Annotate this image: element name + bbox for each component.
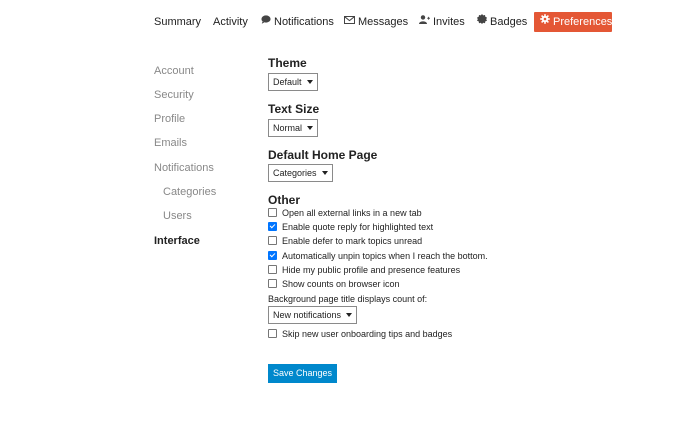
sidebar-item-account[interactable]: Account <box>154 64 194 78</box>
option-browser-counts[interactable]: Show counts on browser icon <box>268 278 400 290</box>
home-page-heading: Default Home Page <box>268 148 378 162</box>
sidebar-item-security[interactable]: Security <box>154 88 194 102</box>
text-size-heading: Text Size <box>268 102 320 116</box>
option-defer-unread[interactable]: Enable defer to mark topics unread <box>268 235 422 247</box>
comment-icon <box>261 11 271 31</box>
sidebar-item-notifications[interactable]: Notifications <box>154 161 214 175</box>
nav-badges-label: Badges <box>490 16 528 28</box>
option-label: Open all external links in a new tab <box>282 208 422 218</box>
theme-select-value: Default <box>273 77 302 87</box>
option-label: Hide my public profile and presence feat… <box>282 265 461 275</box>
nav-activity-label: Activity <box>213 16 248 28</box>
sidebar-item-categories[interactable]: Categories <box>163 185 216 199</box>
theme-heading: Theme <box>268 56 307 70</box>
caret-down-icon <box>306 79 313 84</box>
option-label: Enable quote reply for highlighted text <box>282 222 434 232</box>
nav-activity[interactable]: Activity <box>213 12 248 32</box>
nav-preferences[interactable]: Preferences <box>534 12 612 32</box>
text-size-select-value: Normal <box>273 123 303 133</box>
nav-summary[interactable]: Summary <box>154 12 201 32</box>
user-plus-icon <box>419 11 430 31</box>
nav-invites[interactable]: Invites <box>419 12 465 32</box>
caret-down-icon <box>307 125 314 130</box>
nav-invites-label: Invites <box>433 16 465 28</box>
option-label: Enable defer to mark topics unread <box>282 236 423 246</box>
option-hide-profile[interactable]: Hide my public profile and presence feat… <box>268 264 460 276</box>
option-label: Automatically unpin topics when I reach … <box>282 251 488 261</box>
sidebar-item-profile[interactable]: Profile <box>154 112 185 126</box>
gear-icon <box>540 11 550 31</box>
nav-summary-label: Summary <box>154 16 202 28</box>
envelope-icon <box>344 11 355 31</box>
browser-counts-checkbox[interactable] <box>268 279 277 289</box>
option-quote-reply[interactable]: Enable quote reply for highlighted text <box>268 221 433 233</box>
nav-preferences-label: Preferences <box>553 16 613 28</box>
bg-title-select[interactable]: New notifications <box>268 306 358 324</box>
bg-title-label: Background page title displays count of: <box>268 294 428 304</box>
certificate-icon <box>477 11 487 31</box>
option-label: Skip new user onboarding tips and badges <box>282 329 453 339</box>
theme-select[interactable]: Default <box>268 73 318 91</box>
other-heading: Other <box>268 193 301 207</box>
user-nav: Summary Activity Notifications Messages … <box>0 12 689 32</box>
option-label: Show counts on browser icon <box>282 279 400 289</box>
external-links-checkbox[interactable] <box>268 208 277 218</box>
nav-notifications[interactable]: Notifications <box>261 12 334 32</box>
hide-profile-checkbox[interactable] <box>268 265 277 275</box>
nav-notifications-label: Notifications <box>274 16 334 28</box>
sidebar-item-users[interactable]: Users <box>163 209 192 223</box>
text-size-select[interactable]: Normal <box>268 119 319 137</box>
option-auto-unpin[interactable]: Automatically unpin topics when I reach … <box>268 250 488 262</box>
nav-messages[interactable]: Messages <box>344 12 408 32</box>
skip-onboarding-checkbox[interactable] <box>268 329 277 339</box>
caret-down-icon <box>321 170 328 175</box>
defer-unread-checkbox[interactable] <box>268 236 277 246</box>
save-changes-button[interactable]: Save Changes <box>268 364 337 383</box>
option-skip-onboarding[interactable]: Skip new user onboarding tips and badges <box>268 328 452 340</box>
home-page-select[interactable]: Categories <box>268 164 333 182</box>
nav-messages-label: Messages <box>358 16 409 28</box>
sidebar-item-interface[interactable]: Interface <box>154 234 200 248</box>
quote-reply-checkbox[interactable] <box>268 222 277 232</box>
bg-title-select-value: New notifications <box>273 310 342 320</box>
sidebar-item-emails[interactable]: Emails <box>154 136 187 150</box>
home-page-select-value: Categories <box>273 168 317 178</box>
auto-unpin-checkbox[interactable] <box>268 251 277 261</box>
caret-down-icon <box>346 312 353 317</box>
option-external-links[interactable]: Open all external links in a new tab <box>268 207 422 219</box>
nav-badges[interactable]: Badges <box>477 12 527 32</box>
